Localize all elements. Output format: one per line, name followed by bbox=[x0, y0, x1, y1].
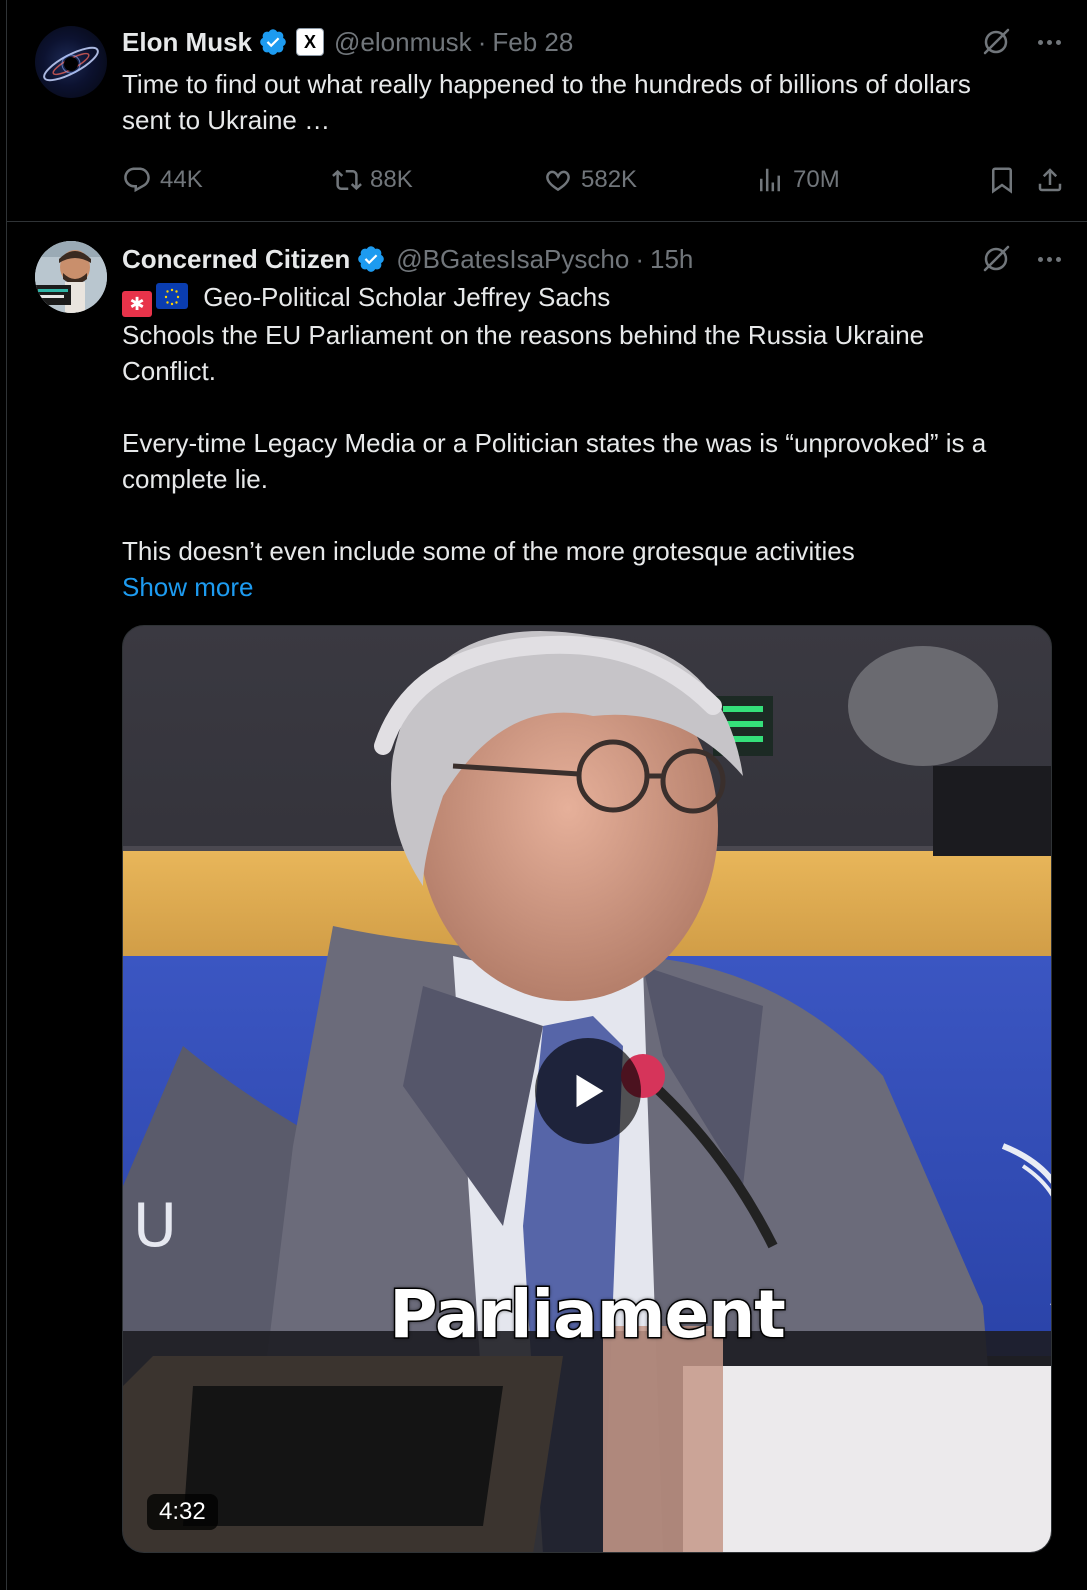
views-icon bbox=[760, 168, 780, 192]
more-icon[interactable] bbox=[1033, 243, 1065, 275]
retweet-button[interactable]: 88K bbox=[332, 165, 413, 195]
tweet-concerned-citizen[interactable]: Concerned Citizen @BGatesIsaPyscho · 15h… bbox=[7, 223, 1087, 1590]
verified-badge-icon[interactable] bbox=[258, 27, 288, 57]
bookmark-icon bbox=[992, 167, 1012, 194]
video-duration: 4:32 bbox=[147, 1494, 218, 1530]
tweet-actions: 44K 88K 582K 70M bbox=[122, 160, 1065, 200]
author-handle[interactable]: @elonmusk bbox=[334, 27, 472, 58]
author-name[interactable]: Concerned Citizen bbox=[122, 244, 350, 275]
separator-dot: · bbox=[635, 243, 644, 274]
rotating-light-icon: ✱ bbox=[122, 291, 152, 317]
share-button[interactable] bbox=[1035, 165, 1065, 195]
views-count: 70M bbox=[793, 166, 840, 193]
like-icon bbox=[546, 170, 570, 192]
tweet-header: Elon Musk X @elonmusk · Feb 28 bbox=[122, 24, 1065, 60]
tweet-text-line: ✱ Geo-Political Scholar Jeffrey Sachs bbox=[122, 279, 1057, 317]
tweet-text-line: Schools the EU Parliament on the reasons… bbox=[122, 320, 925, 350]
retweet-count: 88K bbox=[370, 166, 413, 193]
reply-button[interactable]: 44K bbox=[122, 165, 203, 195]
verified-badge-icon[interactable] bbox=[356, 244, 386, 274]
separator-dot: · bbox=[477, 26, 487, 57]
video-caption: Parliament bbox=[388, 1275, 788, 1355]
tweet-time[interactable]: Feb 28 bbox=[492, 27, 573, 58]
play-icon bbox=[576, 1074, 604, 1108]
author-handle[interactable]: @BGatesIsaPyscho bbox=[396, 244, 629, 275]
grok-icon[interactable] bbox=[981, 244, 1011, 274]
tweet-text-line: Conflict. bbox=[122, 356, 216, 386]
avatar[interactable] bbox=[35, 26, 107, 98]
reply-icon bbox=[124, 167, 150, 193]
eu-flag-icon bbox=[156, 283, 188, 309]
tweet-text-line: Every-time Legacy Media or a Politician … bbox=[122, 428, 987, 458]
tweet-text-headline: Geo-Political Scholar Jeffrey Sachs bbox=[203, 282, 611, 312]
reply-count: 44K bbox=[160, 166, 203, 193]
avatar-image bbox=[35, 241, 107, 313]
tweet-text: Time to find out what really happened to… bbox=[122, 66, 1057, 138]
tweet-time[interactable]: 15h bbox=[650, 244, 693, 275]
like-count: 582K bbox=[581, 166, 638, 193]
tweet-text-line: Time to find out what really happened to… bbox=[122, 69, 971, 99]
tweet-text-line: complete lie. bbox=[122, 464, 268, 494]
show-more-link[interactable]: Show more bbox=[122, 569, 1057, 605]
tweet-text: ✱ Geo-Political Scholar Jeffrey Sachs Sc… bbox=[122, 279, 1057, 605]
video-player[interactable]: U Parliament 4:32 bbox=[122, 625, 1052, 1553]
like-button[interactable]: 582K bbox=[543, 165, 637, 195]
share-icon bbox=[1038, 168, 1062, 192]
grok-icon[interactable] bbox=[981, 27, 1011, 57]
tweet-header: Concerned Citizen @BGatesIsaPyscho · 15h bbox=[122, 241, 1065, 277]
more-icon[interactable] bbox=[1033, 26, 1065, 58]
avatar[interactable] bbox=[35, 241, 107, 313]
author-name[interactable]: Elon Musk bbox=[122, 27, 252, 58]
avatar-image bbox=[43, 46, 99, 82]
x-logo-icon[interactable]: X bbox=[296, 28, 325, 56]
views-button[interactable]: 70M bbox=[755, 165, 840, 195]
tweet-text-line: sent to Ukraine … bbox=[122, 105, 331, 135]
tweet-text-line: This doesn’t even include some of the mo… bbox=[122, 536, 855, 566]
bookmark-button[interactable] bbox=[987, 165, 1017, 195]
svg-text:U: U bbox=[133, 1191, 177, 1261]
retweet-icon bbox=[332, 169, 362, 191]
play-button[interactable] bbox=[535, 1038, 641, 1144]
tweet-elon-musk[interactable]: Elon Musk X @elonmusk · Feb 28 Time to f… bbox=[7, 0, 1087, 222]
